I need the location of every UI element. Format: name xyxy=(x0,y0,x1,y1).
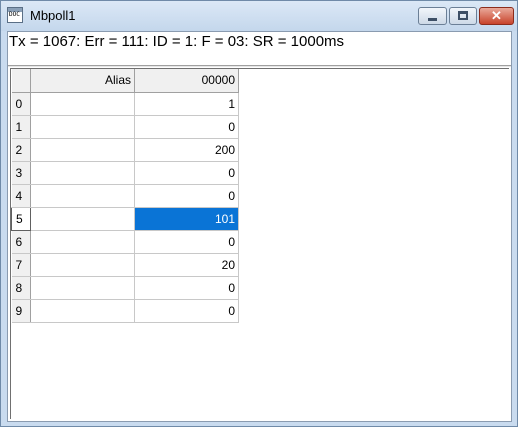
header-row: Alias 00000 xyxy=(11,69,239,93)
alias-cell[interactable] xyxy=(30,253,135,277)
value-cell[interactable]: 0 xyxy=(134,230,239,254)
table-row: 01 xyxy=(11,92,239,116)
alias-cell[interactable] xyxy=(30,184,135,208)
alias-cell[interactable] xyxy=(30,276,135,300)
value-cell[interactable]: 0 xyxy=(134,184,239,208)
table-row: 2 200 xyxy=(11,138,239,162)
alias-cell[interactable] xyxy=(30,207,135,231)
column-header-value[interactable]: 00000 xyxy=(134,69,239,93)
row-header[interactable]: 5 xyxy=(11,206,31,231)
close-button[interactable]: ✕ xyxy=(479,7,514,25)
table-row: 30 xyxy=(11,161,239,185)
maximize-icon xyxy=(458,11,468,20)
table-row: 5 101 xyxy=(11,206,239,231)
minimize-button[interactable] xyxy=(418,7,447,25)
row-header[interactable]: 6 xyxy=(11,230,31,254)
status-separator xyxy=(8,65,511,67)
grid-corner[interactable] xyxy=(11,69,31,93)
value-cell[interactable]: 1 xyxy=(134,92,239,116)
value-cell[interactable]: 0 xyxy=(134,115,239,139)
table-row: 10 xyxy=(11,115,239,139)
row-header[interactable]: 7 xyxy=(11,253,31,277)
row-header[interactable]: 2 xyxy=(11,138,31,162)
doc-icon-label: DOC xyxy=(9,11,20,18)
minimize-icon xyxy=(428,18,437,21)
maximize-button[interactable] xyxy=(449,7,477,25)
alias-cell[interactable] xyxy=(30,299,135,323)
table-row: 40 xyxy=(11,184,239,208)
value-cell[interactable]: 20 xyxy=(134,253,239,277)
value-cell[interactable]: 0 xyxy=(134,276,239,300)
window-title: Mbpoll1 xyxy=(30,8,76,23)
row-header[interactable]: 3 xyxy=(11,161,31,185)
grid-body: 0 1 1 0 2 200 3 0 4 0 5 101 6 0 7 20 8 0 9 0 xyxy=(11,92,239,323)
table-row: 7 20 xyxy=(11,253,239,277)
row-header[interactable]: 8 xyxy=(11,276,31,300)
alias-cell[interactable] xyxy=(30,115,135,139)
alias-cell[interactable] xyxy=(30,161,135,185)
table-row: 90 xyxy=(11,299,239,323)
title-bar[interactable]: DOC Mbpoll1 ✕ xyxy=(1,1,517,31)
value-cell[interactable]: 101 xyxy=(134,207,239,231)
table-row: 80 xyxy=(11,276,239,300)
alias-cell[interactable] xyxy=(30,138,135,162)
column-header-alias[interactable]: Alias xyxy=(30,69,135,93)
close-icon: ✕ xyxy=(491,8,502,23)
document-client-area: Tx = 1067: Err = 111: ID = 1: F = 03: SR… xyxy=(7,31,512,422)
value-cell[interactable]: 0 xyxy=(134,299,239,323)
alias-cell[interactable] xyxy=(30,92,135,116)
register-grid[interactable]: Alias 00000 0 1 1 0 2 200 3 0 4 0 5 101 6 0 7 20 8 0 9 0 xyxy=(10,68,509,419)
alias-cell[interactable] xyxy=(30,230,135,254)
row-header[interactable]: 1 xyxy=(11,115,31,139)
row-header[interactable]: 0 xyxy=(11,92,31,116)
row-header[interactable]: 4 xyxy=(11,184,31,208)
table-row: 60 xyxy=(11,230,239,254)
register-table: Alias 00000 0 1 1 0 2 200 3 0 4 0 5 101 6 0 7 20 8 0 9 0 xyxy=(11,69,239,323)
doc-icon[interactable]: DOC xyxy=(7,7,23,23)
row-header[interactable]: 9 xyxy=(11,299,31,323)
app-window: DOC Mbpoll1 ✕ Tx = 1067: Err = 111: ID =… xyxy=(0,0,518,427)
value-cell[interactable]: 200 xyxy=(134,138,239,162)
status-line: Tx = 1067: Err = 111: ID = 1: F = 03: SR… xyxy=(9,33,345,50)
value-cell[interactable]: 0 xyxy=(134,161,239,185)
